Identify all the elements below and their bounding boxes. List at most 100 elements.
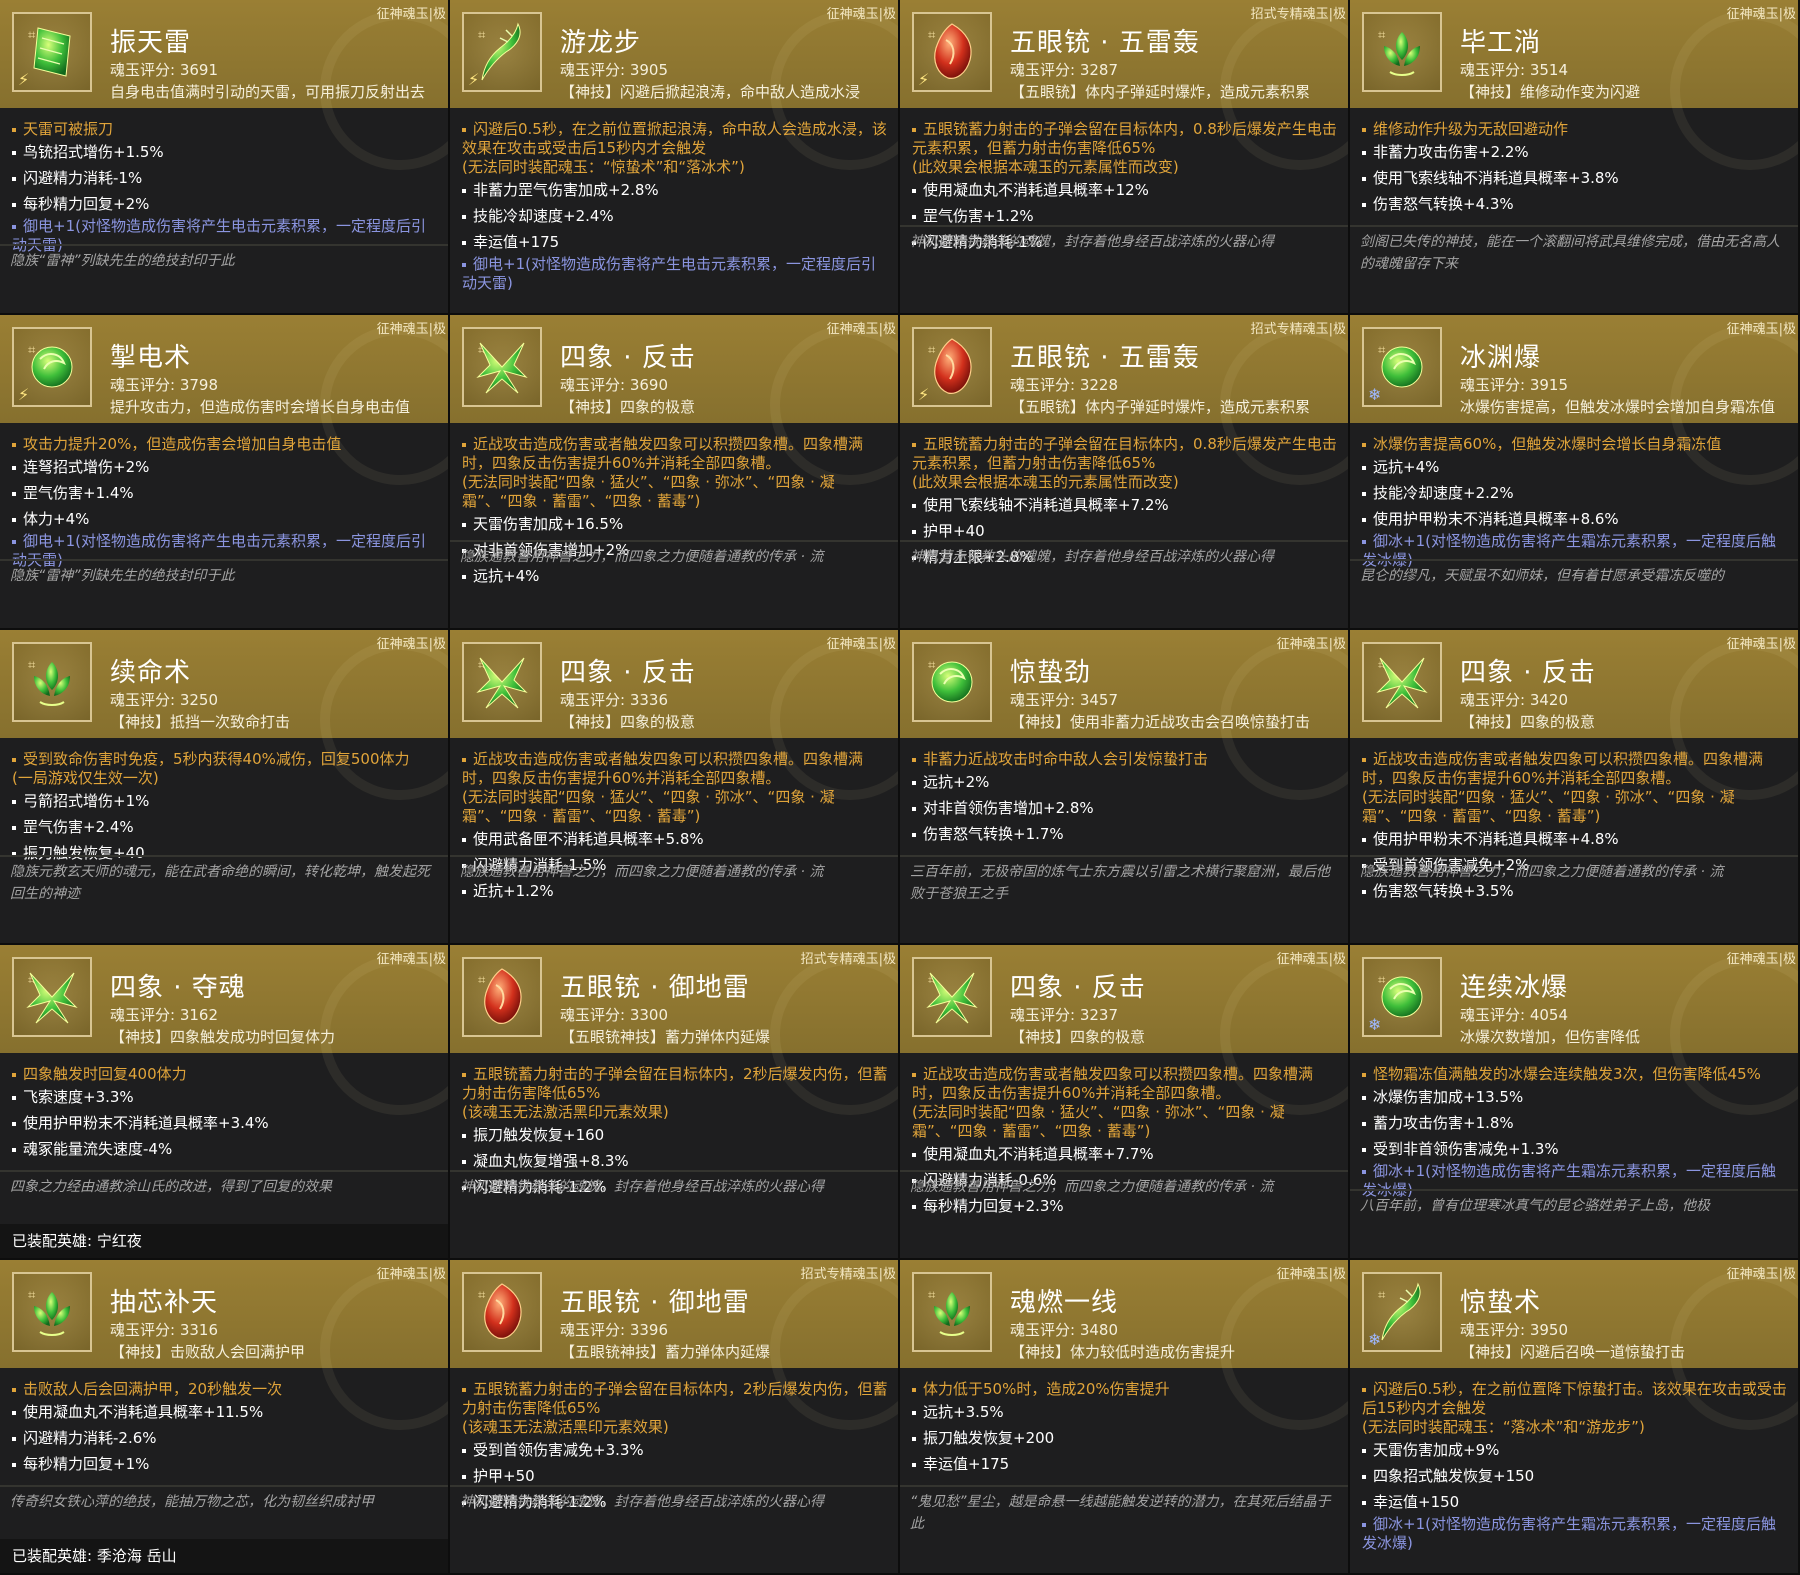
soul-jade-card[interactable]: 征神魂玉|极 ⌗ 惊蛰劲 魂玉评分: 3457 【神技】使用非蓄力近战攻击会召唤惊蛰打击… <box>900 630 1350 945</box>
bullet-icon <box>462 1159 466 1164</box>
effect-main: 冰爆伤害提高60%，但触发冰爆时会增长自身霜冻值 <box>1362 435 1788 454</box>
effect-text: 远抗+4% <box>473 567 540 585</box>
effect-stat: 四象招式触发恢复+150 <box>1362 1463 1788 1489</box>
card-name: 四象 · 反击 <box>1010 973 1146 1003</box>
divider <box>900 855 1348 857</box>
bullet-icon <box>12 1121 16 1126</box>
red-crest-gem-icon <box>484 1283 522 1339</box>
soul-jade-card[interactable]: 征神魂玉|极 ⌗ 四象 · 反击 魂玉评分: 3420 【神技】四象的极意 近战攻击造成伤… <box>1350 630 1800 945</box>
effect-stat: 非蓄力罡气伤害加成+2.8% <box>462 177 888 203</box>
effect-stat: 天雷伤害加成+16.5% <box>462 511 888 537</box>
card-subtitle: 【神技】四象的极意 <box>560 398 696 416</box>
card-subtitle: 冰爆次数增加，但伤害降低 <box>1460 1028 1641 1046</box>
flavor-text: 隐族通教善用神兽之力，而四象之力便随着通教的传承 · 流 <box>460 549 824 565</box>
bullet-icon <box>12 1387 16 1392</box>
effect-note: (无法同时装配“四象 · 猛火”、“四象 · 弥冰”、“四象 · 凝霜”、“四象… <box>912 1103 1338 1141</box>
bullet-icon <box>12 442 16 447</box>
bullet-icon <box>912 1436 916 1441</box>
effect-text: 维修动作升级为无敌回避动作 <box>1373 120 1569 138</box>
snowflake-icon: ❄ <box>1368 1330 1382 1349</box>
effect-text: 体力低于50%时，造成20%伤害提升 <box>923 1380 1170 1398</box>
card-header: 招式专精魂玉|极 ⌗ 五眼铳 · 御地雷 魂玉评分: 3396 【五眼铳神技】蓄力弹体内… <box>450 1260 898 1430</box>
card-header: 征神魂玉|极 ⌗ 四象 · 反击 魂玉评分: 3420 【神技】四象的极意 <box>1350 630 1798 800</box>
effect-text: 御电+1(对怪物造成伤害将产生电击元素积累，一定程度后引动天雷) <box>462 255 876 292</box>
effect-text: 伤害怒气转换+1.7% <box>923 825 1064 843</box>
effect-text: (该魂玉无法激活黑印元素效果) <box>462 1418 669 1436</box>
bullet-icon <box>912 1462 916 1467</box>
effect-text: 凝血丸恢复增强+8.3% <box>473 1152 629 1170</box>
soul-jade-card[interactable]: 招式专精魂玉|极 ⌗ 五眼铳 · 御地雷 魂玉评分: 3300 【五眼铳神技】蓄力弹体内… <box>450 945 900 1260</box>
soul-jade-card[interactable]: 征神魂玉|极 ⌗ ⚡ 掣电术 魂玉评分: 3798 提升攻击力，但造成伤害时会增长自身电击… <box>0 315 450 630</box>
soul-jade-card[interactable]: 征神魂玉|极 ⌗ ❄ 惊蛰术 魂玉评分: 3950 【神技】闪避后召唤一道惊蛰打击 闪避后0… <box>1350 1260 1800 1575</box>
card-subtitle: 【神技】击败敌人会回满护甲 <box>110 1343 306 1361</box>
effect-note: (此效果会根据本魂玉的元素属性而改变) <box>912 473 1338 492</box>
effect-main: 近战攻击造成伤害或者触发四象可以积攒四象槽。四象槽满时，四象反击伤害提升60%并… <box>462 435 888 473</box>
soul-jade-card[interactable]: 征神魂玉|极 ⌗ 四象 · 反击 魂玉评分: 3690 【神技】四象的极意 近战攻击造成伤… <box>450 315 900 630</box>
bullet-icon <box>912 1410 916 1415</box>
soul-jade-card[interactable]: 征神魂玉|极 ⌗ ⚡ 振天雷 魂玉评分: 3691 自身电击值满时引动的天雷，可用振刀反射… <box>0 0 450 315</box>
rarity-tag: 招式专精魂玉|极 <box>800 1267 896 1282</box>
effect-main: 近战攻击造成伤害或者触发四象可以积攒四象槽。四象槽满时，四象反击伤害提升60%并… <box>912 1065 1338 1103</box>
card-name: 振天雷 <box>110 28 192 58</box>
soul-jade-card[interactable]: 招式专精魂玉|极 ⌗ ⚡ 五眼铳 · 五雷轰 魂玉评分: 3228 【五眼铳】体内子弹延时… <box>900 315 1350 630</box>
green-butterfly-gem-icon <box>1376 657 1428 709</box>
card-header: 征神魂玉|极 ⌗ 惊蛰劲 魂玉评分: 3457 【神技】使用非蓄力近战攻击会召唤惊蛰打击 <box>900 630 1348 800</box>
rarity-tag: 征神魂玉|极 <box>826 322 896 337</box>
red-crest-gem-icon <box>934 338 972 394</box>
soul-jade-icon: ⌗ <box>12 957 92 1037</box>
card-name: 五眼铳 · 御地雷 <box>560 1288 750 1318</box>
green-flower-gem-icon <box>1384 32 1420 76</box>
effect-main: 攻击力提升20%，但造成伤害会增加自身电击值 <box>12 435 438 454</box>
effect-text: 使用凝血丸不消耗道具概率+11.5% <box>23 1403 264 1421</box>
effect-text: 振刀触发恢复+40 <box>23 844 145 862</box>
card-header: 征神魂玉|极 ⌗ 四象 · 反击 魂玉评分: 3336 【神技】四象的极意 <box>450 630 898 800</box>
effect-text: 闪避精力消耗-1% <box>23 169 143 187</box>
effect-text: 闪避精力消耗-2.6% <box>23 1429 157 1447</box>
soul-jade-card[interactable]: 征神魂玉|极 ⌗ ❄ 连续冰爆 魂玉评分: 4054 冰爆次数增加，但伤害降低 怪物霜冻值满… <box>1350 945 1800 1260</box>
bullet-icon <box>462 1072 466 1077</box>
card-header: 征神魂玉|极 ⌗ ⚡ 游龙步 魂玉评分: 3905 【神技】闪避后掀起浪涛，命中敌人造成水… <box>450 0 898 170</box>
soul-jade-icon: ⌗ <box>1362 12 1442 92</box>
card-header: 征神魂玉|极 ⌗ ⚡ 振天雷 魂玉评分: 3691 自身电击值满时引动的天雷，可用振刀反射… <box>0 0 448 170</box>
lightning-icon: ⚡ <box>18 385 30 404</box>
soul-jade-card[interactable]: 征神魂玉|极 ⌗ 四象 · 夺魂 魂玉评分: 3162 【神技】四象触发成功时回复体力四… <box>0 945 450 1260</box>
divider <box>1350 225 1798 227</box>
bullet-icon <box>1362 517 1366 522</box>
soul-jade-card[interactable]: 招式专精魂玉|极 ⌗ 五眼铳 · 御地雷 魂玉评分: 3396 【五眼铳神技】蓄力弹体内… <box>450 1260 900 1575</box>
effect-text: 攻击力提升20%，但造成伤害会增加自身电击值 <box>23 435 342 453</box>
divider <box>450 1170 898 1172</box>
soul-jade-card[interactable]: 征神魂玉|极 ⌗ ❄ 冰渊爆 魂玉评分: 3915 冰爆伤害提高，但触发冰爆时会增加自身霜… <box>1350 315 1800 630</box>
soul-jade-card[interactable]: 征神魂玉|极 ⌗ ⚡ 游龙步 魂玉评分: 3905 【神技】闪避后掀起浪涛，命中敌人造成水… <box>450 0 900 315</box>
effect-text: (无法同时装配“四象 · 猛火”、“四象 · 弥冰”、“四象 · 凝霜”、“四象… <box>462 788 835 825</box>
soul-jade-card[interactable]: 征神魂玉|极 ⌗ 毕工淌 魂玉评分: 3514 【神技】维修动作变为闪避 维修动作升级为无… <box>1350 0 1800 315</box>
effect-text: 闪避后0.5秒，在之前位置掀起浪涛，命中敌人会造成水浸，该效果在攻击或受击后15… <box>462 120 887 157</box>
effect-text: 使用武备匣不消耗道具概率+5.8% <box>473 830 704 848</box>
soul-jade-icon: ⌗ ⚡ <box>12 12 92 92</box>
soul-jade-icon: ⌗ <box>462 642 542 722</box>
soul-score: 魂玉评分: 3396 <box>560 1321 668 1339</box>
soul-jade-card[interactable]: 征神魂玉|极 ⌗ 四象 · 反击 魂玉评分: 3237 【神技】四象的极意 近战攻击造成伤… <box>900 945 1350 1260</box>
soul-score: 魂玉评分: 3457 <box>1010 691 1118 709</box>
soul-jade-card[interactable]: 招式专精魂玉|极 ⌗ ⚡ 五眼铳 · 五雷轰 魂玉评分: 3287 【五眼铳】体内子弹延时… <box>900 0 1350 315</box>
effect-main: 五眼铳蓄力射击的子弹会留在目标体内，0.8秒后爆发产生电击元素积累，但蓄力射击伤… <box>912 435 1338 473</box>
card-name: 五眼铳 · 五雷轰 <box>1010 28 1200 58</box>
soul-jade-card[interactable]: 征神魂玉|极 ⌗ 续命术 魂玉评分: 3250 【神技】抵挡一次致命打击 受到致命伤害时免… <box>0 630 450 945</box>
effect-stat: 远抗+2% <box>912 769 1338 795</box>
green-butterfly-gem-icon <box>476 342 528 394</box>
effect-text: 远抗+4% <box>1373 458 1440 476</box>
lightning-icon: ⚡ <box>918 385 930 404</box>
effect-text: 近战攻击造成伤害或者触发四象可以积攒四象槽。四象槽满时，四象反击伤害提升60%并… <box>1362 750 1764 787</box>
effect-text: (无法同时装配魂玉：“惊蛰术”和“落冰术”) <box>462 158 745 176</box>
effect-stat: 闪避精力消耗-1% <box>12 165 438 191</box>
soul-jade-icon: ⌗ <box>1362 642 1442 722</box>
soul-jade-icon: ⌗ <box>462 1272 542 1352</box>
soul-jade-card[interactable]: 征神魂玉|极 ⌗ 四象 · 反击 魂玉评分: 3336 【神技】四象的极意 近战攻击造成伤… <box>450 630 900 945</box>
soul-jade-card[interactable]: 征神魂玉|极 ⌗ 魂燃一线 魂玉评分: 3480 【神技】体力较低时造成伤害提升 体力低于… <box>900 1260 1350 1575</box>
effect-note: (该魂玉无法激活黑印元素效果) <box>462 1103 888 1122</box>
soul-score: 魂玉评分: 3336 <box>560 691 668 709</box>
flavor-text: 神机营赤铁教头的魂魄，封存着他身经百战淬炼的火器心得 <box>460 1494 824 1510</box>
soul-jade-card[interactable]: 征神魂玉|极 ⌗ 抽芯补天 魂玉评分: 3316 【神技】击败敌人会回满护甲 击败敌人后会… <box>0 1260 450 1575</box>
effect-text: (无法同时装配“四象 · 猛火”、“四象 · 弥冰”、“四象 · 凝霜”、“四象… <box>462 473 835 510</box>
effect-text: (无法同时装配“四象 · 猛火”、“四象 · 弥冰”、“四象 · 凝霜”、“四象… <box>912 1103 1285 1140</box>
green-dragon-gem-icon <box>1381 1282 1421 1341</box>
